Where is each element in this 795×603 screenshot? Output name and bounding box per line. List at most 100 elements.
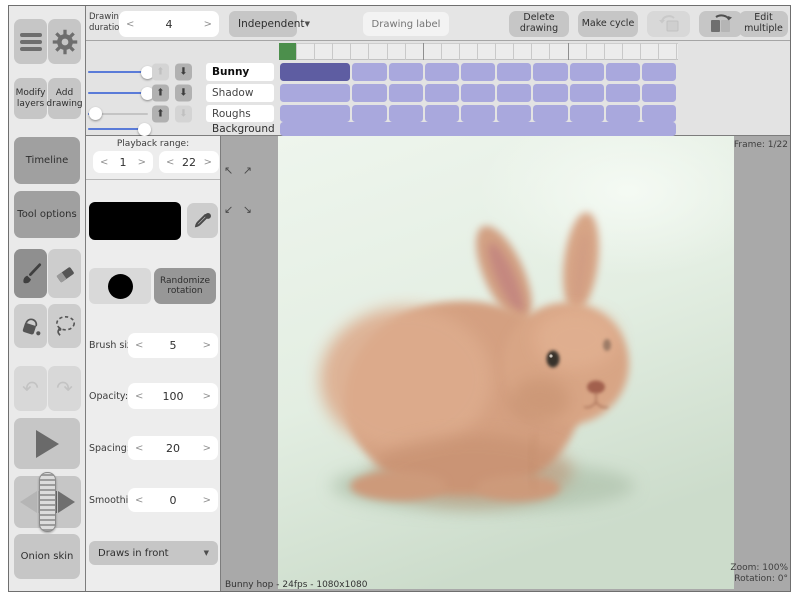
brush-tool-button[interactable] xyxy=(14,249,47,298)
drawing-segment[interactable] xyxy=(497,84,532,102)
timeline-toggle-button[interactable]: Timeline xyxy=(14,137,80,184)
onion-skin-button[interactable]: Onion skin xyxy=(14,534,80,579)
range-start-decrement-button[interactable]: < xyxy=(100,157,108,168)
range-start-increment-button[interactable]: > xyxy=(138,157,146,168)
drawing-segment[interactable] xyxy=(569,63,604,81)
layer-move-up-button[interactable]: ⬆ xyxy=(152,84,169,102)
drawing-segment[interactable] xyxy=(642,105,677,122)
drawing-segment[interactable] xyxy=(605,105,640,122)
layer-name-roughs[interactable]: Roughs xyxy=(206,105,274,122)
ruler-frame-cell[interactable] xyxy=(370,43,388,60)
ruler-frame-cell[interactable] xyxy=(388,43,406,60)
range-end-decrement-button[interactable]: < xyxy=(166,157,174,168)
drawing-segment[interactable] xyxy=(461,105,496,122)
duration-decrement-button[interactable]: < xyxy=(126,19,134,30)
ruler-frame-cell[interactable] xyxy=(460,43,479,60)
drawing-segment[interactable] xyxy=(424,63,459,81)
delete-drawing-button[interactable]: Delete drawing xyxy=(509,11,569,37)
ruler-frame-cell[interactable] xyxy=(424,43,442,60)
ruler-frame-cell[interactable] xyxy=(496,43,515,60)
opacity-decrement-button[interactable]: < xyxy=(135,391,143,402)
layer-move-down-button[interactable]: ⬇ xyxy=(175,63,192,81)
eraser-tool-button[interactable] xyxy=(48,249,81,298)
drawing-segment[interactable] xyxy=(388,105,423,122)
layer-move-down-button[interactable]: ⬇ xyxy=(175,84,192,102)
smoothing-decrement-button[interactable]: < xyxy=(135,495,143,506)
drawing-segment[interactable] xyxy=(533,105,568,122)
undo-button[interactable]: ↶ xyxy=(14,366,47,411)
ruler-frame-cell[interactable] xyxy=(532,43,551,60)
drawing-segment[interactable] xyxy=(352,105,387,122)
brush-size-decrement-button[interactable]: < xyxy=(135,340,143,351)
ruler-frame-cell[interactable] xyxy=(406,43,424,60)
playhead-cell[interactable] xyxy=(279,43,298,60)
drawing-segment[interactable] xyxy=(280,122,677,136)
duration-increment-button[interactable]: > xyxy=(204,19,212,30)
range-end-increment-button[interactable]: > xyxy=(204,157,212,168)
drawing-segment[interactable] xyxy=(424,84,459,102)
edit-multiple-button[interactable]: Edit multiple xyxy=(739,11,788,37)
make-cycle-button[interactable]: Make cycle xyxy=(578,11,638,37)
drawing-segment-selected[interactable] xyxy=(280,63,351,81)
drawing-segment[interactable] xyxy=(533,84,568,102)
drawing-label-input[interactable] xyxy=(363,12,449,36)
ruler-frame-cell[interactable] xyxy=(623,43,641,60)
ruler-frame-cell[interactable] xyxy=(605,43,623,60)
fill-tool-button[interactable] xyxy=(14,304,47,348)
play-button[interactable] xyxy=(14,418,80,469)
drawing-segment[interactable] xyxy=(388,84,423,102)
ruler-frame-cell[interactable] xyxy=(587,43,605,60)
duplicate-drawing-button[interactable] xyxy=(699,11,742,37)
drawing-segment[interactable] xyxy=(280,84,351,102)
smoothing-increment-button[interactable]: > xyxy=(203,495,211,506)
ruler-frame-cell[interactable] xyxy=(297,43,316,60)
drawing-segment[interactable] xyxy=(605,84,640,102)
slider-knob[interactable] xyxy=(88,107,102,120)
drawing-segment[interactable] xyxy=(352,84,387,102)
layer-move-down-button[interactable]: ⬇ xyxy=(175,105,192,122)
brush-size-increment-button[interactable]: > xyxy=(203,340,211,351)
ruler-frame-cell[interactable] xyxy=(641,43,660,60)
ruler-frame-cell[interactable] xyxy=(351,43,370,60)
slider-knob[interactable] xyxy=(138,122,151,136)
layer-opacity-slider[interactable] xyxy=(88,84,154,102)
drawing-segment[interactable] xyxy=(533,63,568,81)
drawing-segment[interactable] xyxy=(352,63,387,81)
layer-move-up-button[interactable]: ⬆ xyxy=(152,105,169,122)
ruler-frame-cell[interactable] xyxy=(333,43,352,60)
opacity-increment-button[interactable]: > xyxy=(203,391,211,402)
eyedropper-button[interactable] xyxy=(187,203,218,238)
drawing-segment[interactable] xyxy=(388,63,423,81)
expand-timeline-button[interactable]: ↖ ↗ ↙ ↘ xyxy=(224,138,263,242)
ruler-frame-cell[interactable] xyxy=(478,43,497,60)
duration-mode-dropdown[interactable]: Independent ▼ xyxy=(229,11,310,37)
settings-button[interactable] xyxy=(48,19,81,64)
drawing-segment[interactable] xyxy=(569,105,604,122)
current-color-swatch[interactable] xyxy=(89,202,181,240)
layer-name-shadow[interactable]: Shadow xyxy=(206,84,274,102)
drawing-segment[interactable] xyxy=(605,63,640,81)
ruler-frame-cell[interactable] xyxy=(514,43,533,60)
layer-name-bunny[interactable]: Bunny xyxy=(206,63,274,81)
layer-name-background[interactable]: Background xyxy=(206,122,275,136)
ruler-frame-cell[interactable] xyxy=(551,43,569,60)
copy-previous-drawing-button[interactable] xyxy=(647,11,690,37)
spacing-decrement-button[interactable]: < xyxy=(135,443,143,454)
spacing-increment-button[interactable]: > xyxy=(203,443,211,454)
drawing-segment[interactable] xyxy=(569,84,604,102)
menu-button[interactable] xyxy=(14,19,47,64)
drawing-segment[interactable] xyxy=(461,84,496,102)
drawing-segment[interactable] xyxy=(497,105,532,122)
randomize-rotation-button[interactable]: Randomize rotation xyxy=(154,268,216,304)
modify-layers-button[interactable]: Modify layers xyxy=(14,78,47,119)
drawing-segment[interactable] xyxy=(461,63,496,81)
drawing-segment[interactable] xyxy=(497,63,532,81)
layer-move-up-button[interactable]: ⬆ xyxy=(152,63,169,81)
frame-scrub-wheel[interactable] xyxy=(39,472,56,532)
drawing-segment[interactable] xyxy=(424,105,459,122)
layer-opacity-slider[interactable] xyxy=(88,122,151,136)
draw-order-dropdown[interactable]: Draws in front ▼ xyxy=(89,541,218,565)
layer-opacity-slider[interactable] xyxy=(88,105,148,122)
redo-button[interactable]: ↷ xyxy=(48,366,81,411)
tool-options-button[interactable]: Tool options xyxy=(14,191,80,238)
